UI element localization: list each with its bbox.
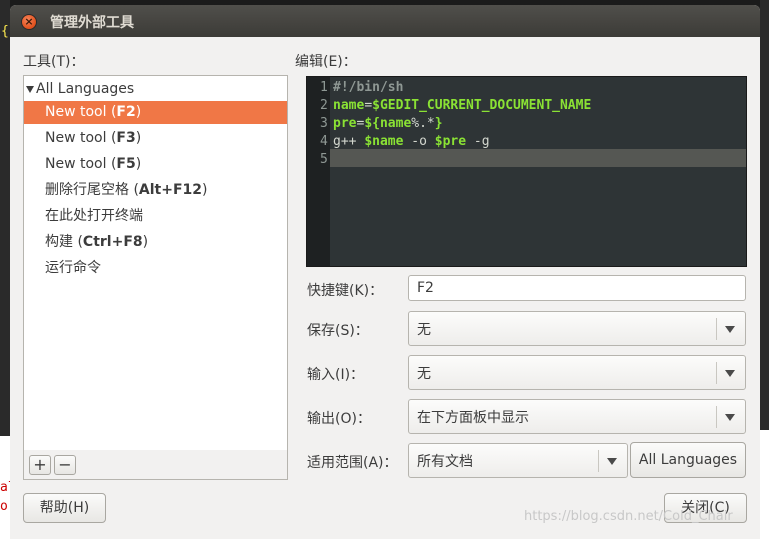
save-label: 保存(S)： (307, 323, 369, 339)
code-line: #!/bin/sh (333, 80, 404, 95)
line-number: 3 (320, 116, 328, 131)
background-panel-right (760, 430, 769, 539)
tool-list-item[interactable]: New tool (F3) (24, 127, 287, 150)
scope-label: 适用范围(A)： (307, 455, 398, 471)
output-combo[interactable]: 在下方面板中显示 (408, 399, 746, 434)
help-button[interactable]: 帮助(H) (23, 493, 106, 523)
manage-external-tools-dialog: × 管理外部工具 工具(T)： All Languages New tool (… (10, 5, 760, 539)
current-line-highlight (330, 149, 746, 167)
save-combo-value: 无 (417, 322, 431, 338)
tool-list-item[interactable]: 删除行尾空格 (Alt+F12) (24, 179, 287, 202)
scope-combo[interactable]: 所有文档 (408, 443, 628, 478)
code-editor[interactable]: 1 2 3 4 5 #!/bin/sh name=$GEDIT_CURRENT_DOCUME… (306, 76, 747, 267)
background-fragment: { (1, 24, 9, 39)
dropdown-arrow-icon (607, 458, 617, 465)
save-combo[interactable]: 无 (408, 311, 746, 346)
tree-group-label: All Languages (36, 81, 135, 97)
code-line: pre=${name%.*} (333, 116, 443, 131)
titlebar: × 管理外部工具 (10, 5, 760, 37)
line-number: 2 (320, 98, 328, 113)
shortcut-field[interactable]: F2 (408, 275, 746, 301)
input-combo[interactable]: 无 (408, 355, 746, 390)
tools-label: 工具(T)： (23, 54, 85, 70)
tools-tree[interactable]: All Languages New tool (F2) New tool (F3)… (23, 75, 288, 451)
dropdown-arrow-icon (725, 414, 735, 421)
watermark: https://blog.csdn.net/Cold_Chair (524, 509, 733, 524)
line-number: 5 (320, 152, 328, 167)
dialog-title: 管理外部工具 (50, 15, 134, 31)
output-label: 输出(O)： (307, 411, 371, 427)
line-number: 4 (320, 134, 328, 149)
remove-tool-button[interactable]: − (54, 455, 76, 475)
dropdown-arrow-icon (725, 370, 735, 377)
line-number: 1 (320, 80, 328, 95)
shortcut-label: 快捷键(K)： (307, 283, 384, 299)
dropdown-arrow-icon (725, 326, 735, 333)
output-combo-value: 在下方面板中显示 (417, 410, 529, 426)
editor-label: 编辑(E)： (295, 54, 357, 70)
tool-list-item[interactable]: New tool (F5) (24, 153, 287, 176)
scope-combo-value: 所有文档 (417, 454, 473, 470)
code-line: name=$GEDIT_CURRENT_DOCUMENT_NAME (333, 98, 592, 113)
close-icon: × (24, 15, 34, 28)
tool-list-item[interactable]: 在此处打开终端 (24, 205, 287, 228)
input-combo-value: 无 (417, 366, 431, 382)
tools-toolbar: + − (23, 450, 288, 480)
tree-group-all-languages[interactable]: All Languages (24, 78, 287, 101)
input-label: 输入(I)： (307, 367, 365, 383)
tool-list-item[interactable]: New tool (F2) (24, 101, 287, 124)
tool-list-item[interactable]: 构建 (Ctrl+F8) (24, 231, 287, 254)
tool-list-item[interactable]: 运行命令 (24, 257, 287, 280)
code-line: g++ $name -o $pre -g (333, 134, 490, 149)
expander-triangle-icon[interactable] (26, 86, 34, 93)
languages-button[interactable]: All Languages (630, 442, 746, 478)
add-tool-button[interactable]: + (29, 455, 51, 475)
window-close-button[interactable]: × (21, 14, 37, 30)
